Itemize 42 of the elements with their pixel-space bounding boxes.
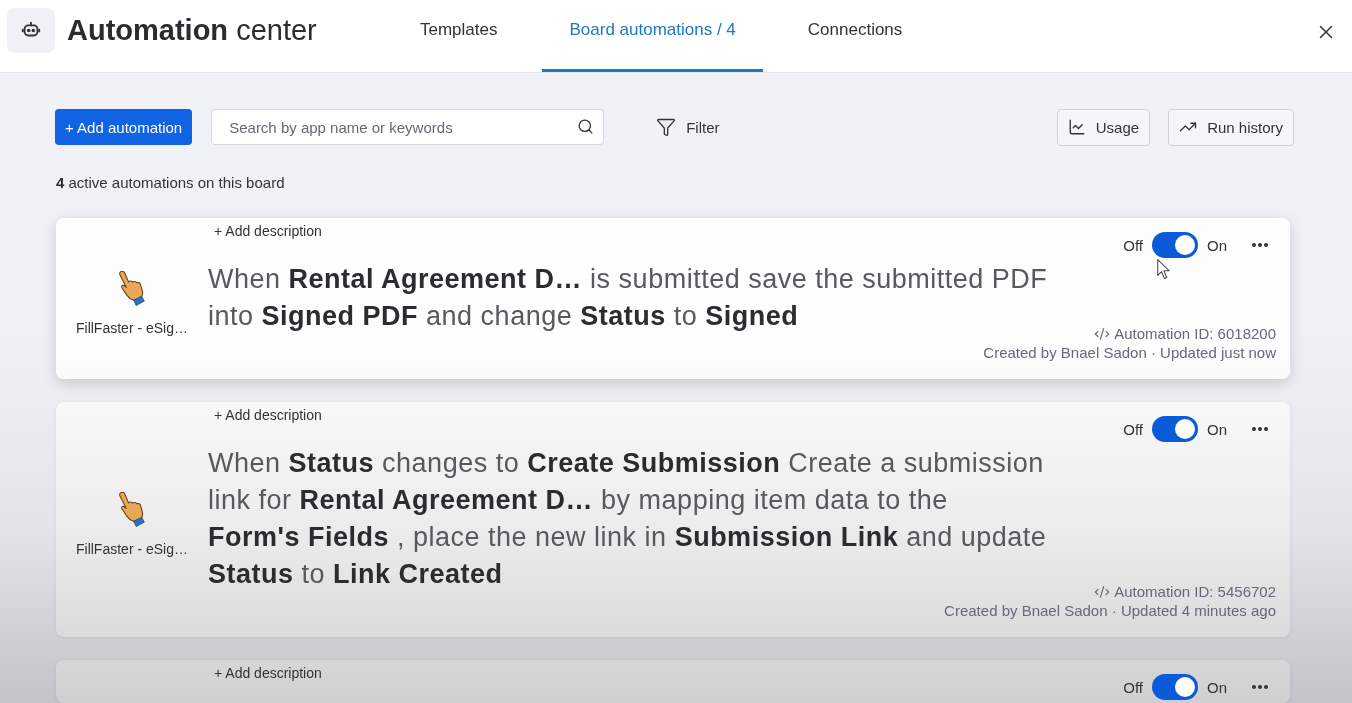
off-label: Off xyxy=(1123,678,1143,696)
toggle-switch[interactable] xyxy=(1152,416,1198,442)
robot-icon xyxy=(7,7,55,53)
tab[interactable]: Templates xyxy=(393,0,525,72)
mouse-pointer-icon xyxy=(1157,259,1170,279)
created-info: Created by Bnael Sadon · Updated 4 minutes ago xyxy=(944,601,1276,620)
toggle-switch[interactable] xyxy=(1152,232,1198,258)
usage-button[interactable]: Usage xyxy=(1056,108,1151,146)
on-label: On xyxy=(1207,236,1227,254)
app-name: FillFaster - eSig… xyxy=(76,541,188,557)
code-icon xyxy=(1094,325,1111,342)
on-label: On xyxy=(1207,420,1227,438)
filter-icon xyxy=(656,117,677,137)
off-label: Off xyxy=(1123,420,1143,438)
tab[interactable]: Board automations / 4 xyxy=(542,0,763,72)
run-history-button[interactable]: Run history xyxy=(1168,108,1294,146)
code-icon xyxy=(1094,583,1111,600)
more-icon xyxy=(1252,427,1268,431)
created-info: Created by Bnael Sadon · Updated just now xyxy=(983,343,1276,362)
toggle-switch[interactable] xyxy=(1152,674,1198,700)
more-icon xyxy=(1252,243,1268,247)
automation-id: Automation ID: 5456702 xyxy=(1114,582,1276,601)
automation-sentence: When Rental Agreement D… is submitted save the submitted PDF into Signed PDF and change Status to Signed xyxy=(208,263,1048,333)
on-label: On xyxy=(1207,678,1227,696)
automation-id: Automation ID: 6018200 xyxy=(1114,324,1276,343)
more-icon xyxy=(1252,685,1268,689)
add-description-button[interactable]: + Add description xyxy=(208,406,328,424)
page-title: Automation center xyxy=(67,13,317,47)
add-automation-button[interactable]: + Add automation xyxy=(55,109,193,145)
pointing-hand-icon xyxy=(119,492,145,527)
tab[interactable]: Connections xyxy=(780,0,930,72)
pointing-hand-icon xyxy=(119,271,145,306)
automation-sentence: When Status changes to Create Submission Create a submission link for Rental Agreement D… by mapping item data to the Form's Fields , place the new link in Submission Link and update Status to Link Created xyxy=(208,447,1047,591)
search-icon xyxy=(577,118,595,135)
line-chart-icon xyxy=(1067,118,1086,136)
active-count-text: 4 active automations on this board xyxy=(56,174,285,192)
add-description-button[interactable]: + Add description xyxy=(208,222,328,240)
filter-button[interactable]: Filter xyxy=(656,117,720,137)
search-field[interactable]: Search by app name or keywords xyxy=(211,109,605,145)
add-description-button[interactable]: + Add description xyxy=(208,664,328,682)
off-label: Off xyxy=(1123,236,1143,254)
app-name: FillFaster - eSig… xyxy=(76,320,188,336)
